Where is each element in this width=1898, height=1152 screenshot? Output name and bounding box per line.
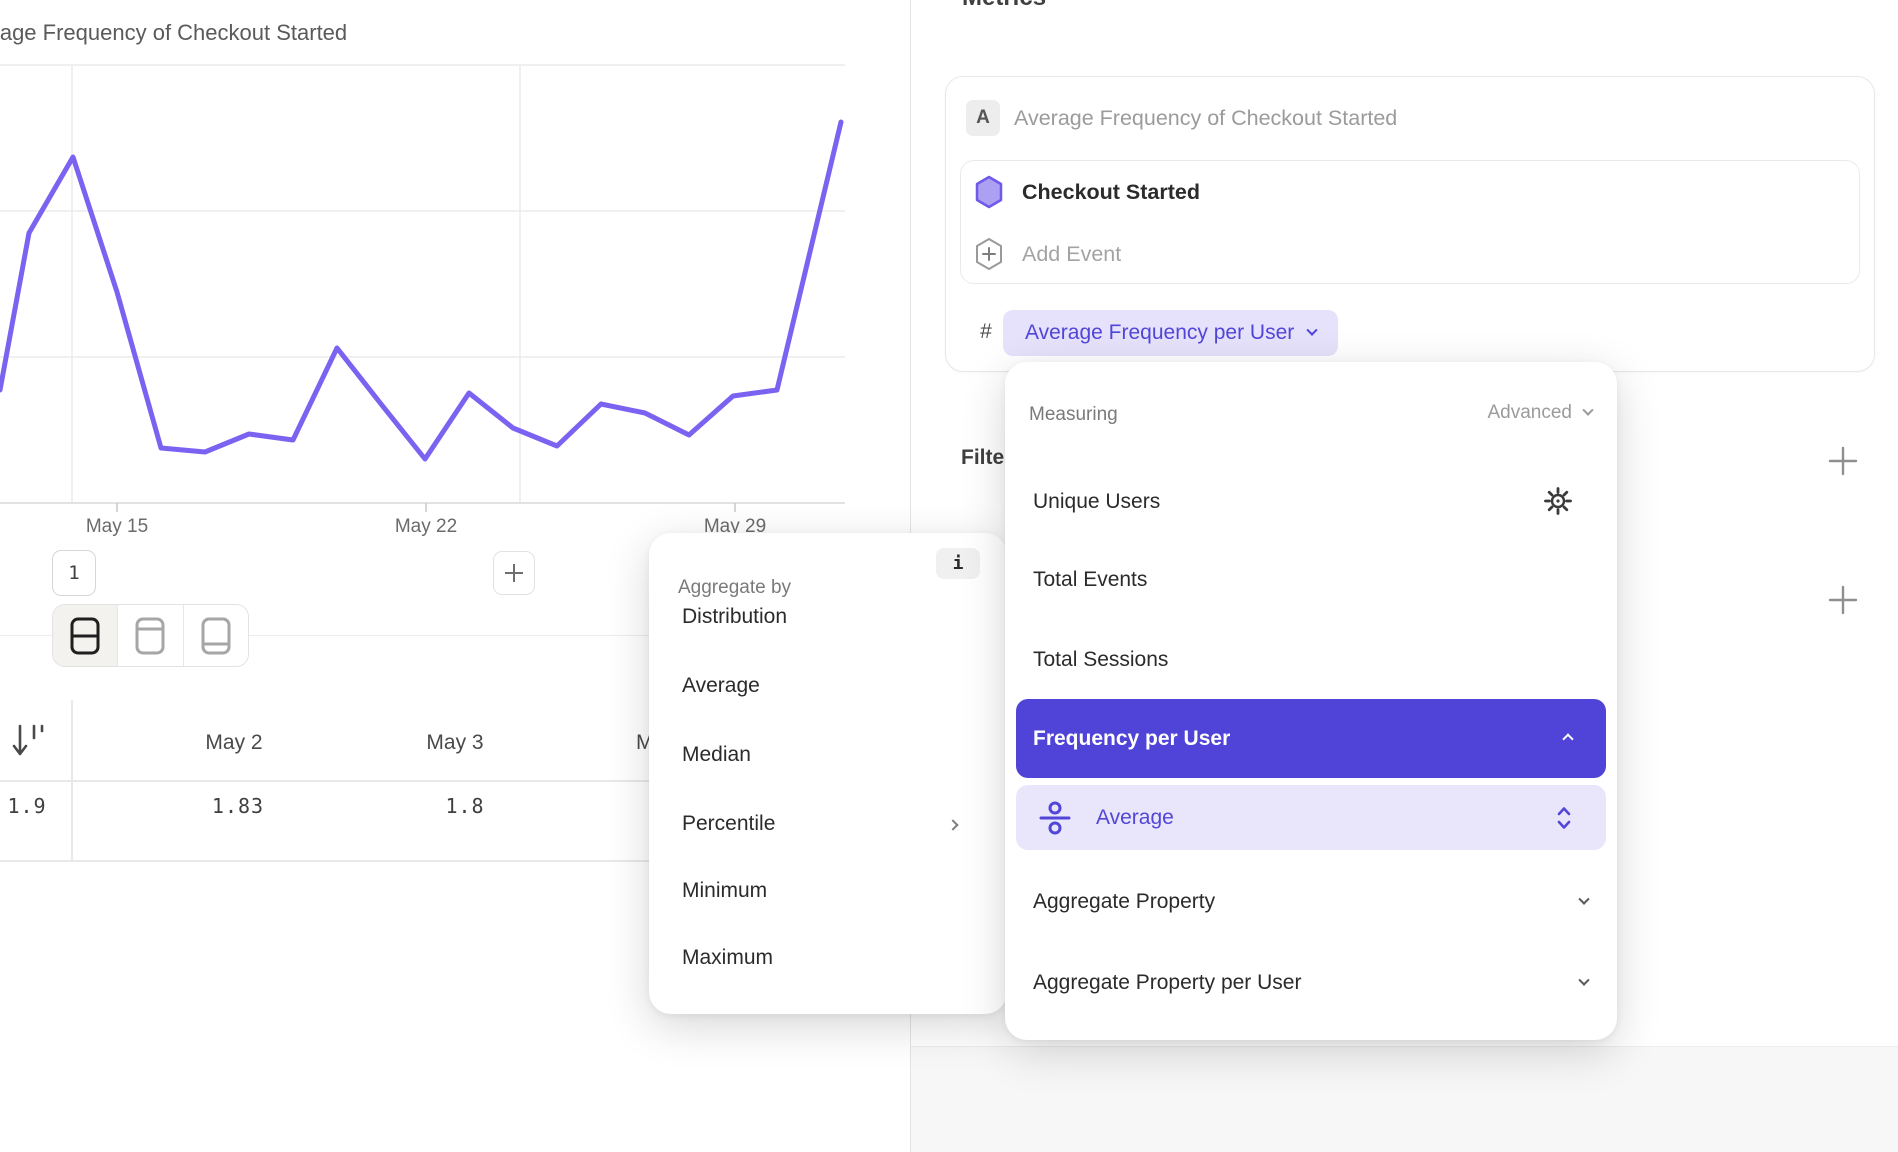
add-annotation-button[interactable] — [493, 551, 535, 595]
menu-item-maximum[interactable]: Maximum — [682, 946, 773, 970]
x-axis-label: May 15 — [72, 516, 162, 538]
layout-split-icon — [68, 615, 102, 657]
add-breakdown-button[interactable] — [1827, 584, 1859, 616]
menu-item-minimum[interactable]: Minimum — [682, 879, 767, 903]
mixpanel-insights-screen: Average Frequency of Checkout Started Ma… — [0, 0, 1898, 1152]
series-line — [0, 122, 841, 459]
add-filter-button[interactable] — [1827, 445, 1859, 477]
add-event-hexagon-icon — [974, 237, 1004, 271]
add-event-label: Add Event — [1022, 242, 1121, 267]
granularity-input[interactable]: 1 — [52, 550, 96, 596]
average-ratio-icon — [1038, 800, 1072, 836]
sort-descending-icon[interactable] — [10, 722, 46, 760]
chevron-up-down-icon — [1556, 806, 1572, 830]
numeric-measure-symbol: # — [975, 320, 997, 344]
event-row[interactable]: Checkout Started — [974, 172, 1844, 212]
measure-pill-label: Average Frequency per User — [1025, 321, 1294, 345]
layout-chart-only-option[interactable] — [118, 605, 183, 666]
add-event-button[interactable]: Add Event — [974, 234, 1844, 274]
x-axis-label: May 22 — [381, 516, 471, 538]
measure-selector-pill[interactable]: Average Frequency per User — [1003, 310, 1338, 356]
metric-letter-badge: A — [966, 100, 1000, 136]
metrics-section-title: Metrics — [962, 0, 1046, 12]
measuring-popup: Measuring Advanced Unique Users Total Ev… — [1005, 362, 1617, 1040]
table-value-cell: 1.83 — [178, 794, 298, 818]
chevron-up-icon — [1562, 733, 1573, 744]
table-header-cell[interactable]: May 3 — [395, 731, 515, 755]
layout-split-option[interactable] — [53, 605, 118, 666]
chevron-down-icon — [1582, 405, 1593, 416]
menu-item-distribution[interactable]: Distribution — [682, 605, 787, 629]
chevron-down-icon — [1307, 325, 1318, 336]
measuring-header: Measuring — [1029, 404, 1118, 426]
info-badge[interactable]: i — [936, 548, 980, 579]
menu-item-aggregate-property[interactable]: Aggregate Property — [1016, 874, 1606, 930]
chevron-down-icon — [1578, 975, 1589, 986]
menu-item-unique-users[interactable]: Unique Users — [1033, 490, 1160, 514]
chevron-right-icon — [947, 819, 958, 830]
table-value-cell: 1.9 — [0, 794, 87, 818]
menu-item-total-events[interactable]: Total Events — [1033, 568, 1147, 592]
event-name: Checkout Started — [1022, 180, 1200, 205]
plus-icon — [503, 562, 525, 584]
layout-table-only-icon — [199, 615, 233, 657]
menu-item-average[interactable]: Average — [682, 674, 760, 698]
table-header-cell[interactable]: May 2 — [174, 731, 294, 755]
aggregate-by-popup: Aggregate by i Distribution Average Medi… — [649, 533, 1007, 1014]
menu-item-frequency-average[interactable]: Average — [1016, 785, 1606, 850]
sub-item-label: Average — [1096, 806, 1556, 830]
metric-name-input[interactable]: Average Frequency of Checkout Started — [1014, 106, 1397, 131]
layout-table-only-option[interactable] — [184, 605, 248, 666]
aggregate-property-label: Aggregate Property — [1033, 890, 1215, 914]
menu-item-median[interactable]: Median — [682, 743, 751, 767]
layout-chart-only-icon — [133, 615, 167, 657]
selected-item-label: Frequency per User — [1033, 727, 1230, 751]
chevron-down-icon — [1578, 894, 1589, 905]
frequency-line-chart — [0, 0, 910, 560]
aggregate-by-header: Aggregate by — [678, 577, 791, 599]
menu-item-total-sessions[interactable]: Total Sessions — [1033, 648, 1168, 672]
gear-icon[interactable] — [1543, 486, 1573, 516]
bottom-section-background — [911, 1046, 1898, 1152]
menu-item-percentile[interactable]: Percentile — [682, 812, 775, 836]
table-value-cell: 1.8 — [405, 794, 525, 818]
aggregate-property-per-user-label: Aggregate Property per User — [1033, 971, 1301, 995]
advanced-toggle[interactable]: Advanced — [1487, 402, 1592, 424]
advanced-label: Advanced — [1487, 402, 1572, 424]
menu-item-aggregate-property-per-user[interactable]: Aggregate Property per User — [1016, 955, 1606, 1011]
menu-item-frequency-per-user-selected[interactable]: Frequency per User — [1016, 699, 1606, 778]
chart-table-layout-toggle — [52, 604, 249, 667]
event-hexagon-icon — [974, 175, 1004, 209]
